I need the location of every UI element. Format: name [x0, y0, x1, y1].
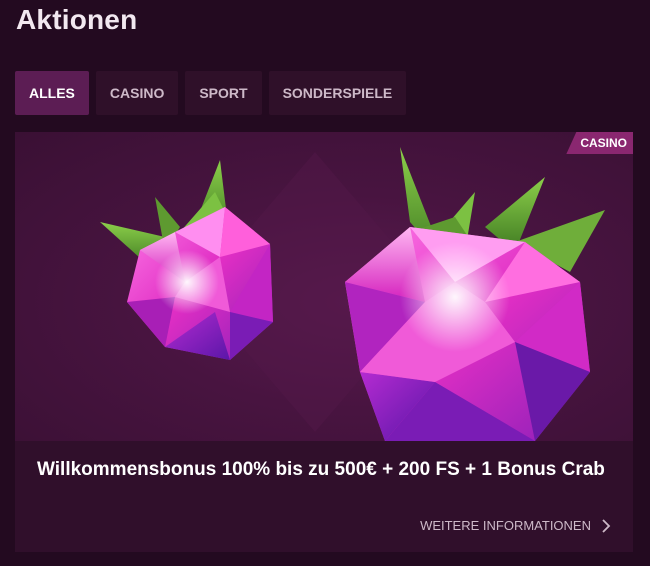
chevron-right-icon: [602, 518, 611, 533]
promo-title: Willkommensbonus 100% bis zu 500€ + 200 …: [37, 459, 605, 480]
more-info-link[interactable]: WEITERE INFORMATIONEN: [420, 518, 611, 533]
more-info-label: WEITERE INFORMATIONEN: [420, 518, 591, 533]
tab-alles[interactable]: ALLES: [15, 71, 89, 115]
category-badge: CASINO: [566, 132, 633, 154]
raspberry-gem-icon: [100, 147, 605, 441]
tab-casino[interactable]: CASINO: [95, 71, 179, 115]
promo-image[interactable]: CASINO: [15, 132, 633, 441]
tab-sonderspiele[interactable]: SONDERSPIELE: [268, 71, 407, 115]
promo-card[interactable]: CASINO Willkommensbonus 100% bis zu 500€…: [15, 132, 633, 552]
promotions-page: Aktionen ALLES CASINO SPORT SONDERSPIELE: [0, 0, 650, 566]
filter-tabs: ALLES CASINO SPORT SONDERSPIELE: [15, 71, 407, 115]
page-title: Aktionen: [16, 4, 138, 35]
tab-sport[interactable]: SPORT: [185, 71, 262, 115]
